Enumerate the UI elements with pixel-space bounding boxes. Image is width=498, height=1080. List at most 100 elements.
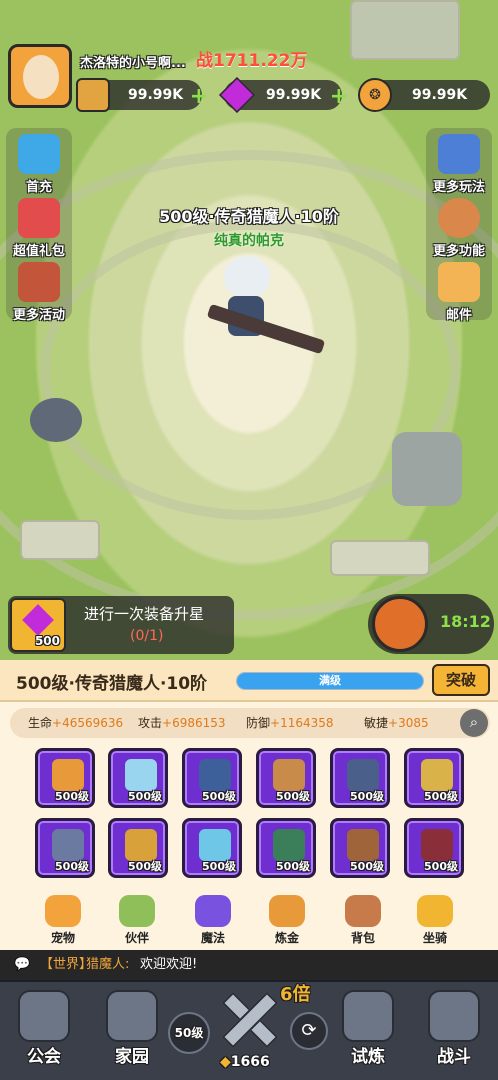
equipment-level: 500级 <box>424 790 458 803</box>
level-badge: 50级 <box>168 1012 210 1054</box>
horseshoe-icon <box>417 895 453 927</box>
search-icon[interactable]: ⌕ <box>460 709 488 737</box>
pet-icon <box>45 895 81 927</box>
ice-crystal-icon <box>125 759 157 791</box>
more-events-button[interactable]: 更多活动 <box>7 262 71 326</box>
chat-channel: 【世界】 <box>40 957 93 972</box>
boss-portrait-icon <box>372 596 428 652</box>
timer-panel[interactable]: 18:12 <box>368 594 494 654</box>
amulet-icon <box>273 829 305 861</box>
equipment-slot[interactable]: 500级 <box>182 748 242 808</box>
def-stat: 防御+1164358 <box>246 716 334 730</box>
equipment-slot[interactable]: 500级 <box>182 818 242 878</box>
equipment-level: 500级 <box>350 860 384 873</box>
first-recharge-button[interactable]: 首充 <box>7 134 71 198</box>
level-progress-bar: 满级 <box>236 672 424 690</box>
equipment-level: 500级 <box>424 860 458 873</box>
quest-progress: (0/1) <box>130 628 164 644</box>
quest-reward: 500 <box>10 598 66 652</box>
shop-stall-icon <box>18 262 60 302</box>
bracer-icon <box>347 829 379 861</box>
battle-center-button[interactable] <box>212 982 288 1054</box>
equipment-slot[interactable]: 500级 <box>404 748 464 808</box>
crest-icon <box>438 134 480 174</box>
alchemy-button[interactable]: 炼金 <box>262 895 312 946</box>
equipment-slot[interactable]: 500级 <box>108 748 168 808</box>
gem-icon <box>22 604 54 636</box>
level-bar: 500级·传奇猎魔人·10阶 满级 突破 <box>0 660 498 702</box>
belt-icon <box>347 759 379 791</box>
equipment-slot[interactable]: 500级 <box>108 818 168 878</box>
combat-power: 战1711.22万 <box>196 51 308 71</box>
add-gem-button[interactable]: + <box>330 82 348 112</box>
quest-panel[interactable]: 500 进行一次装备升星 (0/1) <box>8 596 234 654</box>
helmet-icon <box>421 759 453 791</box>
equipment-level: 500级 <box>128 860 162 873</box>
equipment-level: 500级 <box>276 860 310 873</box>
equipment-level: 500级 <box>128 790 162 803</box>
resource-gold: 99.99K + <box>76 78 208 112</box>
first-recharge-label: 首充 <box>25 180 52 195</box>
hero-name: 纯真的帕克 <box>214 233 284 249</box>
nav-guild[interactable]: 公会 <box>4 990 84 1067</box>
mount-button[interactable]: 坐骑 <box>410 895 460 946</box>
sword-icon <box>52 759 84 791</box>
equipment-slot[interactable]: 500级 <box>330 818 390 878</box>
gold-value: 99.99K <box>128 87 184 103</box>
equipment-level: 500级 <box>202 860 236 873</box>
resource-pawprint: ❂ 99.99K <box>358 78 490 112</box>
nav-trial[interactable]: 试炼 <box>328 990 408 1067</box>
equipment-slot[interactable]: 500级 <box>256 818 316 878</box>
chat-bar[interactable]: 💬 【世界】 猎魔人: 欢迎欢迎! <box>0 950 498 980</box>
refresh-icon[interactable]: ⟳ <box>290 1012 328 1050</box>
equipment-level: 500级 <box>350 790 384 803</box>
paw-icon: ❂ <box>358 78 392 112</box>
floor-stone <box>20 520 100 560</box>
equipment-level: 500级 <box>55 860 89 873</box>
backpack-button[interactable]: 背包 <box>338 895 388 946</box>
breakthrough-button[interactable]: 突破 <box>432 664 490 696</box>
nav-home[interactable]: 家园 <box>92 990 172 1067</box>
gold-ticket-icon <box>76 78 110 112</box>
more-modes-button[interactable]: 更多玩法 <box>427 134 491 198</box>
stats-bar: 生命+46569636 攻击+6986153 防御+1164358 敏捷+308… <box>10 708 490 738</box>
guild-icon <box>18 990 70 1042</box>
equipment-slot[interactable]: 500级 <box>35 818 95 878</box>
equipment-slot[interactable]: 500级 <box>35 748 95 808</box>
battle-icon <box>428 990 480 1042</box>
stone-golem[interactable] <box>392 432 462 506</box>
magic-button[interactable]: 魔法 <box>188 895 238 946</box>
flame-icon <box>195 895 231 927</box>
mail-label: 邮件 <box>445 308 472 323</box>
gift-boxes-icon <box>18 134 60 174</box>
floor-stone <box>330 540 430 576</box>
wall-stone <box>350 0 460 60</box>
partner-button[interactable]: 伙伴 <box>112 895 162 946</box>
envelope-icon <box>438 262 480 302</box>
gem-value: 99.99K <box>266 87 322 103</box>
pet-wolf[interactable] <box>30 398 82 442</box>
equipment-level: 500级 <box>276 790 310 803</box>
shoulder-icon <box>125 829 157 861</box>
partner-icon <box>119 895 155 927</box>
player-avatar[interactable] <box>8 44 72 108</box>
trial-icon <box>342 990 394 1042</box>
equipment-slot[interactable]: 500级 <box>330 748 390 808</box>
equipment-slot[interactable]: 500级 <box>404 818 464 878</box>
armor-icon <box>199 759 231 791</box>
atk-stat: 攻击+6986153 <box>138 716 226 730</box>
cape-icon <box>421 829 453 861</box>
pet-button[interactable]: 宠物 <box>38 895 88 946</box>
gem-icon <box>199 829 231 861</box>
hero-character[interactable] <box>206 256 326 356</box>
add-gold-button[interactable]: + <box>190 82 208 112</box>
mail-button[interactable]: 邮件 <box>427 262 491 326</box>
home-icon <box>106 990 158 1042</box>
nav-battle[interactable]: 战斗 <box>414 990 494 1067</box>
avatar-face <box>23 55 59 99</box>
equipment-slot[interactable]: 500级 <box>256 748 316 808</box>
player-name: 杰洛特的小号啊... <box>80 56 186 71</box>
equipment-level: 500级 <box>202 790 236 803</box>
countdown-timer: 18:12 <box>440 612 491 631</box>
chat-message: 欢迎欢迎! <box>140 957 198 972</box>
